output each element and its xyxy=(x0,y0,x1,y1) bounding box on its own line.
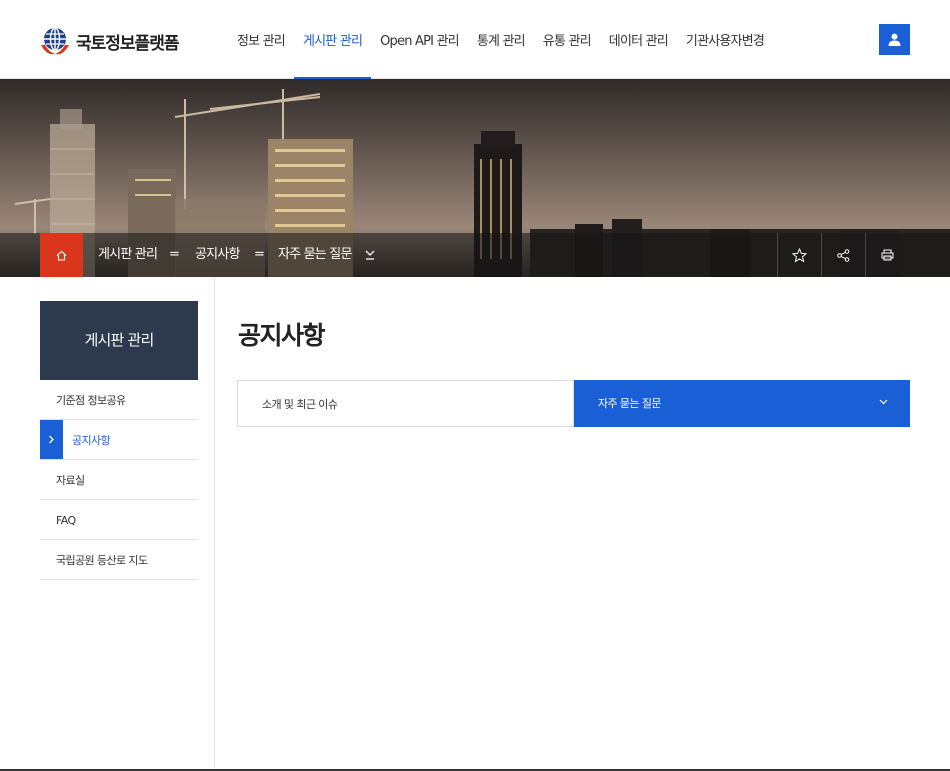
breadcrumb-board[interactable]: 게시판 관리 xyxy=(98,233,158,277)
share-button[interactable] xyxy=(821,233,865,277)
tab-intro-issues[interactable]: 소개 및 최근 이슈 xyxy=(237,380,574,427)
location-bar: 게시판 관리 = 공지사항 = 자주 묻는 질문 xyxy=(0,233,950,277)
sidebar-item-label: 공지사항 xyxy=(72,434,111,447)
logo[interactable]: 국토정보플랫폼 xyxy=(39,25,179,57)
nav-item-openapi[interactable]: Open API 관리 xyxy=(371,0,468,79)
star-icon xyxy=(792,247,807,263)
header: 국토정보플랫폼 정보 관리 게시판 관리 Open API 관리 통계 관리 유… xyxy=(0,0,950,80)
sidebar-item-label: 기준점 정보공유 xyxy=(56,394,126,407)
nav-item-org-user[interactable]: 기관사용자변경 xyxy=(677,0,773,79)
sidebar-item-label: FAQ xyxy=(56,514,76,527)
sidebar-item-trail-map[interactable]: 국립공원 등산로 지도 xyxy=(40,540,198,580)
print-button[interactable] xyxy=(865,233,909,277)
page-title: 공지사항 xyxy=(238,321,326,350)
breadcrumb-separator: = xyxy=(169,247,180,262)
chevron-down-icon[interactable] xyxy=(364,248,376,262)
nav-item-info[interactable]: 정보 관리 xyxy=(228,0,294,79)
home-button[interactable] xyxy=(40,233,83,277)
nav-item-statistics[interactable]: 통계 관리 xyxy=(468,0,534,79)
breadcrumb-separator: = xyxy=(254,247,265,262)
sidebar-item-faq[interactable]: FAQ xyxy=(40,500,198,540)
arrow-right-icon xyxy=(40,420,63,459)
logo-text: 국토정보플랫폼 xyxy=(76,33,179,54)
tab-faq[interactable]: 자주 묻는 질문 xyxy=(574,380,910,427)
tab-faq-label: 자주 묻는 질문 xyxy=(598,397,662,410)
visual-banner: 게시판 관리 = 공지사항 = 자주 묻는 질문 xyxy=(0,79,950,277)
sidebar-title: 게시판 관리 xyxy=(40,301,198,380)
sidebar-menu: 기준점 정보공유 공지사항 자료실 FAQ 국립공원 등산로 지도 xyxy=(40,380,198,580)
user-button[interactable] xyxy=(879,24,910,55)
sidebar-item-label: 국립공원 등산로 지도 xyxy=(56,554,148,567)
sidebar-item-label: 자료실 xyxy=(56,474,85,487)
user-icon xyxy=(888,33,901,46)
share-icon xyxy=(837,248,850,262)
nav-item-distribution[interactable]: 유통 관리 xyxy=(534,0,600,79)
chevron-down-icon xyxy=(879,399,888,405)
breadcrumb-notice[interactable]: 공지사항 xyxy=(195,233,240,277)
nav-item-board[interactable]: 게시판 관리 xyxy=(293,0,372,80)
sidebar-item-archive[interactable]: 자료실 xyxy=(40,460,198,500)
print-icon xyxy=(881,249,894,261)
home-icon xyxy=(56,250,67,261)
nav-item-data[interactable]: 데이터 관리 xyxy=(600,0,677,79)
favorite-button[interactable] xyxy=(777,233,821,277)
sidebar-item-notice[interactable]: 공지사항 xyxy=(40,420,198,460)
sidebar-divider xyxy=(214,277,215,771)
global-nav: 정보 관리 게시판 관리 Open API 관리 통계 관리 유통 관리 데이터… xyxy=(228,0,773,80)
breadcrumb-faq[interactable]: 자주 묻는 질문 xyxy=(278,233,352,277)
globe-logo-icon xyxy=(41,27,69,55)
sidebar-item-reference-point[interactable]: 기준점 정보공유 xyxy=(40,380,198,420)
